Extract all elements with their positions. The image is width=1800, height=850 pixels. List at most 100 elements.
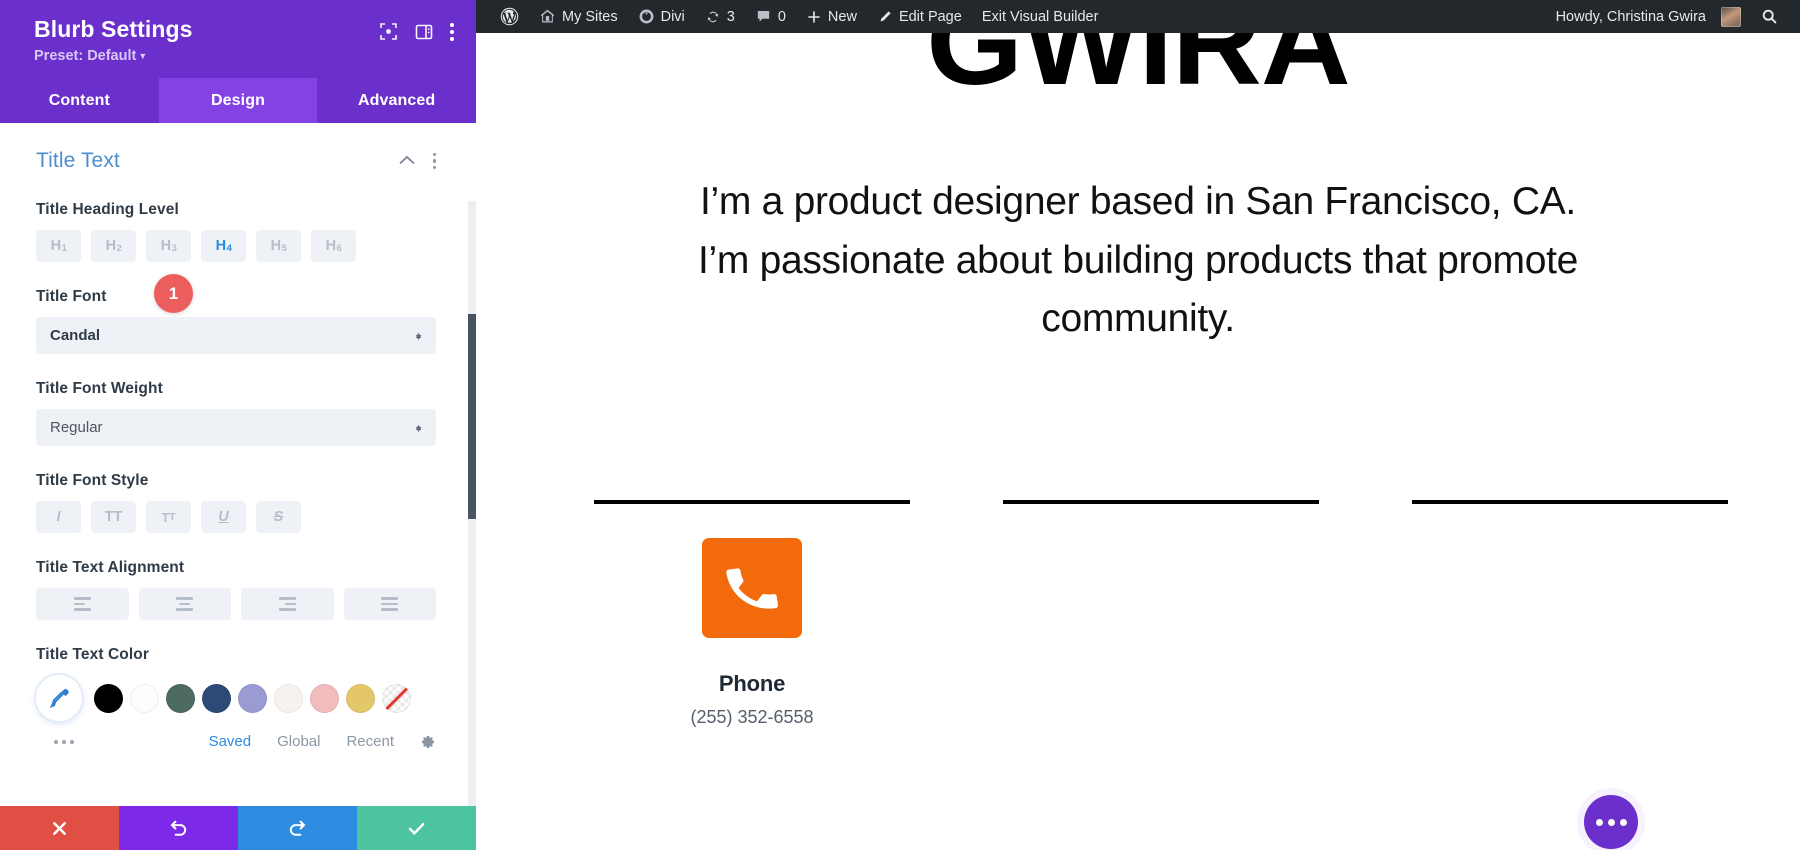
font-style-smallcaps[interactable]: TT [146, 501, 191, 533]
exit-visual-builder-button[interactable]: Exit Visual Builder [972, 0, 1109, 33]
color-swatch-row [36, 675, 436, 721]
scrollbar-thumb[interactable] [468, 314, 476, 519]
align-justify-button[interactable] [343, 588, 436, 620]
align-center-button[interactable] [138, 588, 231, 620]
heading-level-h5[interactable]: H5 [256, 230, 301, 262]
save-button[interactable] [357, 806, 476, 850]
color-tab-saved[interactable]: Saved [209, 733, 252, 750]
section-heading: Title Text [36, 149, 120, 172]
color-footer: Saved Global Recent [36, 733, 436, 750]
swatch-periwinkle[interactable] [238, 683, 267, 713]
title-font-value: Candal [50, 327, 101, 344]
panel-body: Title Text Title Heading Level H1 H2 H3 [0, 123, 476, 806]
swatch-offwhite[interactable] [274, 683, 303, 713]
my-sites-label: My Sites [562, 8, 618, 25]
label-title-text-alignment: Title Text Alignment [36, 559, 185, 576]
title-font-select[interactable]: Candal ▲ ▼ [36, 317, 436, 354]
heading-level-button-group: H1 H2 H3 H4 H5 H6 [36, 230, 436, 262]
swatch-green[interactable] [166, 683, 195, 713]
spinner-icon: ▲ ▼ [414, 329, 423, 342]
heading-level-h6[interactable]: H6 [311, 230, 356, 262]
color-tab-recent[interactable]: Recent [346, 733, 394, 750]
tab-design[interactable]: Design [158, 78, 318, 123]
wordpress-logo-icon[interactable] [490, 0, 529, 33]
font-style-uppercase[interactable]: TT [91, 501, 136, 533]
swatch-navy[interactable] [202, 683, 231, 713]
edit-page-menu[interactable]: Edit Page [867, 0, 972, 33]
new-content-menu[interactable]: New [796, 0, 867, 33]
heading-level-h3[interactable]: H3 [146, 230, 191, 262]
field-title-font-weight: Title Font Weight Regular ▲ ▼ [36, 380, 436, 446]
preset-label: Preset: Default [34, 48, 137, 65]
swatch-black[interactable] [94, 683, 123, 713]
font-style-underline[interactable]: U [201, 501, 246, 533]
color-tab-global[interactable]: Global [277, 733, 320, 750]
blurb-title: Phone [718, 671, 786, 696]
divider-row [594, 500, 1728, 504]
step-badge-1: 1 [154, 274, 193, 313]
heading-level-h2[interactable]: H2 [91, 230, 136, 262]
cancel-button[interactable] [0, 806, 119, 850]
tab-content[interactable]: Content [0, 78, 159, 123]
more-horizontal-icon[interactable] [1584, 795, 1638, 849]
panel-scrollbar[interactable] [468, 201, 476, 806]
avatar [1721, 6, 1741, 27]
greeting-label: Howdy, Christina Gwira [1555, 8, 1706, 25]
comments-menu[interactable]: 0 [745, 0, 796, 33]
swatch-pink[interactable] [310, 683, 339, 713]
hero-paragraph: I’m a product designer based in San Fran… [697, 180, 1579, 340]
page-title: Blurb Settings [34, 16, 193, 42]
label-title-font-weight: Title Font Weight [36, 380, 163, 397]
swatch-gold[interactable] [346, 683, 375, 713]
settings-tabs: Content Design Advanced [0, 78, 476, 123]
edit-page-label: Edit Page [898, 8, 962, 25]
section-more-vertical-icon[interactable] [432, 152, 436, 170]
my-sites-menu[interactable]: My Sites [529, 0, 628, 33]
new-label: New [827, 8, 857, 25]
panel-header: Blurb Settings Preset: Default ▼ [0, 0, 476, 78]
chevron-up-icon[interactable] [398, 153, 415, 169]
field-title-text-color: Title Text Color Saved Global Recent [36, 646, 436, 750]
divider-1 [594, 500, 910, 504]
blurb-module-phone[interactable]: Phone (255) 352-6558 [594, 538, 910, 728]
eyedropper-icon[interactable] [36, 675, 82, 721]
blurb-body-text: (255) 352-6558 [690, 707, 814, 727]
updates-menu[interactable]: 3 [695, 0, 745, 33]
heading-level-h4[interactable]: H4 [201, 230, 246, 262]
heading-level-h1[interactable]: H1 [36, 230, 81, 262]
align-right-button[interactable] [241, 588, 334, 620]
divi-menu[interactable]: Divi [628, 0, 695, 33]
title-font-weight-select[interactable]: Regular ▲ ▼ [36, 409, 436, 446]
align-left-icon [73, 597, 91, 611]
undo-button[interactable] [119, 806, 238, 850]
search-icon[interactable] [1751, 0, 1788, 33]
settings-panel: Blurb Settings Preset: Default ▼ Content… [0, 0, 476, 850]
tab-advanced[interactable]: Advanced [317, 78, 476, 123]
more-vertical-icon[interactable] [450, 22, 454, 41]
exit-visual-builder-label: Exit Visual Builder [981, 8, 1099, 25]
font-style-strikethrough[interactable]: S [256, 501, 301, 533]
account-menu[interactable]: Howdy, Christina Gwira [1546, 0, 1751, 33]
divider-3 [1412, 500, 1728, 504]
more-horizontal-icon[interactable] [42, 739, 74, 744]
field-title-font: 1 Title Font Candal ▲ ▼ [36, 274, 436, 354]
swatch-white[interactable] [130, 683, 159, 713]
redo-button[interactable] [238, 806, 357, 850]
focus-target-icon[interactable] [379, 22, 398, 41]
align-left-button[interactable] [36, 588, 129, 620]
panel-layout-icon[interactable] [415, 23, 433, 41]
updates-count: 3 [726, 8, 735, 25]
font-style-italic[interactable]: I [36, 501, 81, 533]
swatch-transparent[interactable] [382, 683, 411, 713]
chevron-down-icon: ▼ [138, 51, 148, 62]
spinner-icon: ▲ ▼ [414, 421, 423, 434]
preset-selector[interactable]: Preset: Default ▼ [34, 48, 193, 64]
font-style-button-group: I TT TT U S [36, 501, 436, 533]
field-title-text-alignment: Title Text Alignment [36, 559, 436, 620]
gear-icon[interactable] [420, 734, 436, 750]
label-title-font: Title Font [36, 288, 107, 305]
label-title-font-style: Title Font Style [36, 472, 149, 489]
panel-action-bar [0, 806, 476, 850]
field-title-font-style: Title Font Style I TT TT U S [36, 472, 436, 533]
wordpress-admin-bar: My Sites Divi 3 0 New Edit Page Exit Vis… [476, 0, 1800, 33]
